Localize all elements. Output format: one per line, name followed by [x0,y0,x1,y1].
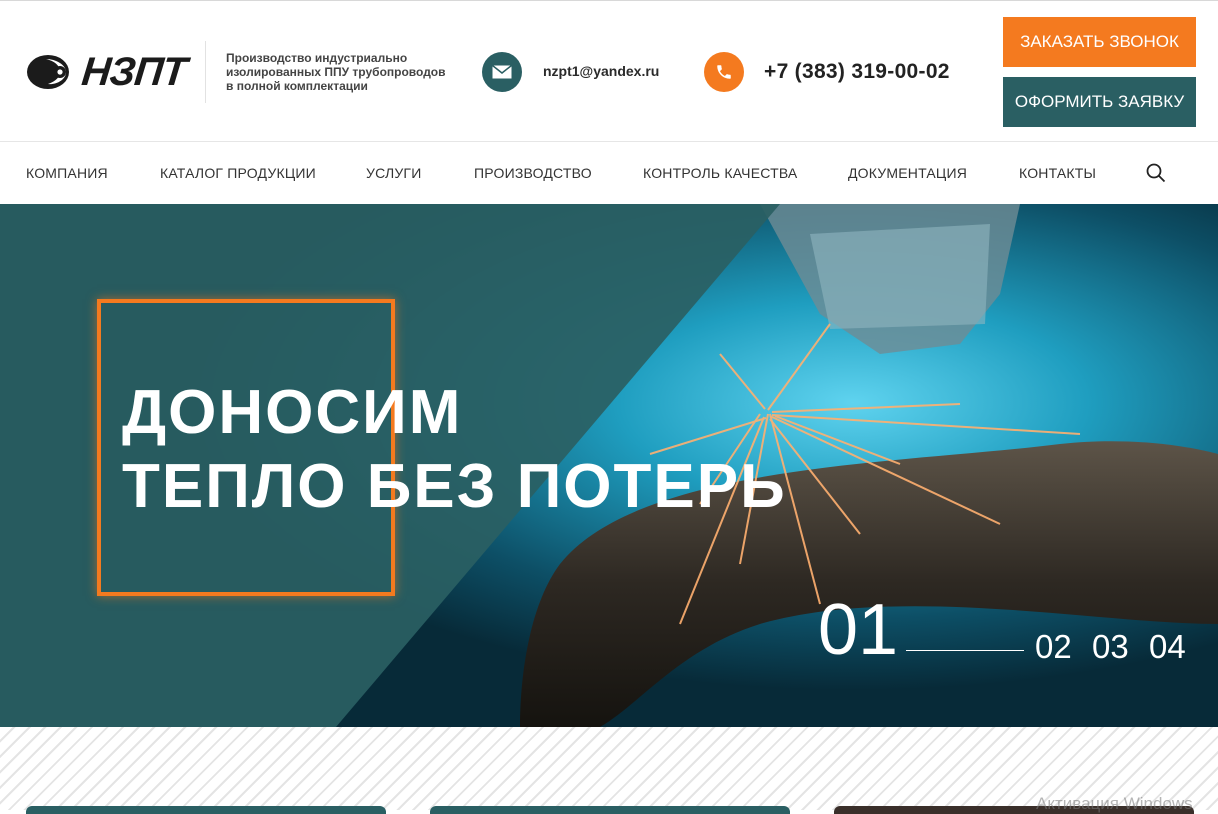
hero-title-line-2: ТЕПЛО БЕЗ ПОТЕРЬ [122,452,787,521]
nav-item-production[interactable]: ПРОИЗВОДСТВО [474,165,592,181]
slide-3-button[interactable]: 03 [1092,628,1129,666]
slide-4-button[interactable]: 04 [1149,628,1186,666]
hero-title: ДОНОСИМ ТЕПЛО БЕЗ ПОТЕРЬ [122,376,787,524]
logo-text: НЗПТ [79,50,189,94]
current-slide-number: 01 [818,590,899,670]
slide-indicator-line [906,650,1024,651]
feature-card-1[interactable] [26,806,386,814]
feature-card-2[interactable] [430,806,790,814]
nav-item-documentation[interactable]: ДОКУМЕНТАЦИЯ [848,165,967,181]
nav-item-quality-control[interactable]: КОНТРОЛЬ КАЧЕСТВА [643,165,797,181]
windows-activation-watermark: Активация Windows [1036,794,1193,813]
mail-icon [482,52,522,92]
company-tagline: Производство индустриально изолированных… [226,51,446,93]
search-icon[interactable] [1146,163,1166,183]
phone-icon [704,52,744,92]
nav-item-contacts[interactable]: КОНТАКТЫ [1019,165,1096,181]
logo-icon [27,55,69,89]
nav-item-company[interactable]: КОМПАНИЯ [26,165,108,181]
nav-item-catalog[interactable]: КАТАЛОГ ПРОДУКЦИИ [160,165,316,181]
place-order-button[interactable]: ОФОРМИТЬ ЗАЯВКУ [1003,77,1196,127]
company-logo[interactable]: НЗПТ [26,50,189,94]
request-call-button[interactable]: ЗАКАЗАТЬ ЗВОНОК [1003,17,1196,67]
phone-number[interactable]: +7 (383) 319-00-02 [764,60,950,84]
nav-item-services[interactable]: УСЛУГИ [366,165,421,181]
slide-2-button[interactable]: 02 [1035,628,1072,666]
header-divider [205,41,206,103]
email-link[interactable]: nzpt1@yandex.ru [543,63,659,79]
hero-slider: ДОНОСИМ ТЕПЛО БЕЗ ПОТЕРЬ 01 02 03 04 [0,204,1218,727]
main-navigation: КОМПАНИЯ КАТАЛОГ ПРОДУКЦИИ УСЛУГИ ПРОИЗВ… [0,142,1218,204]
hero-title-line-1: ДОНОСИМ [122,378,463,447]
site-header: НЗПТ Производство индустриально изолиров… [0,0,1218,142]
